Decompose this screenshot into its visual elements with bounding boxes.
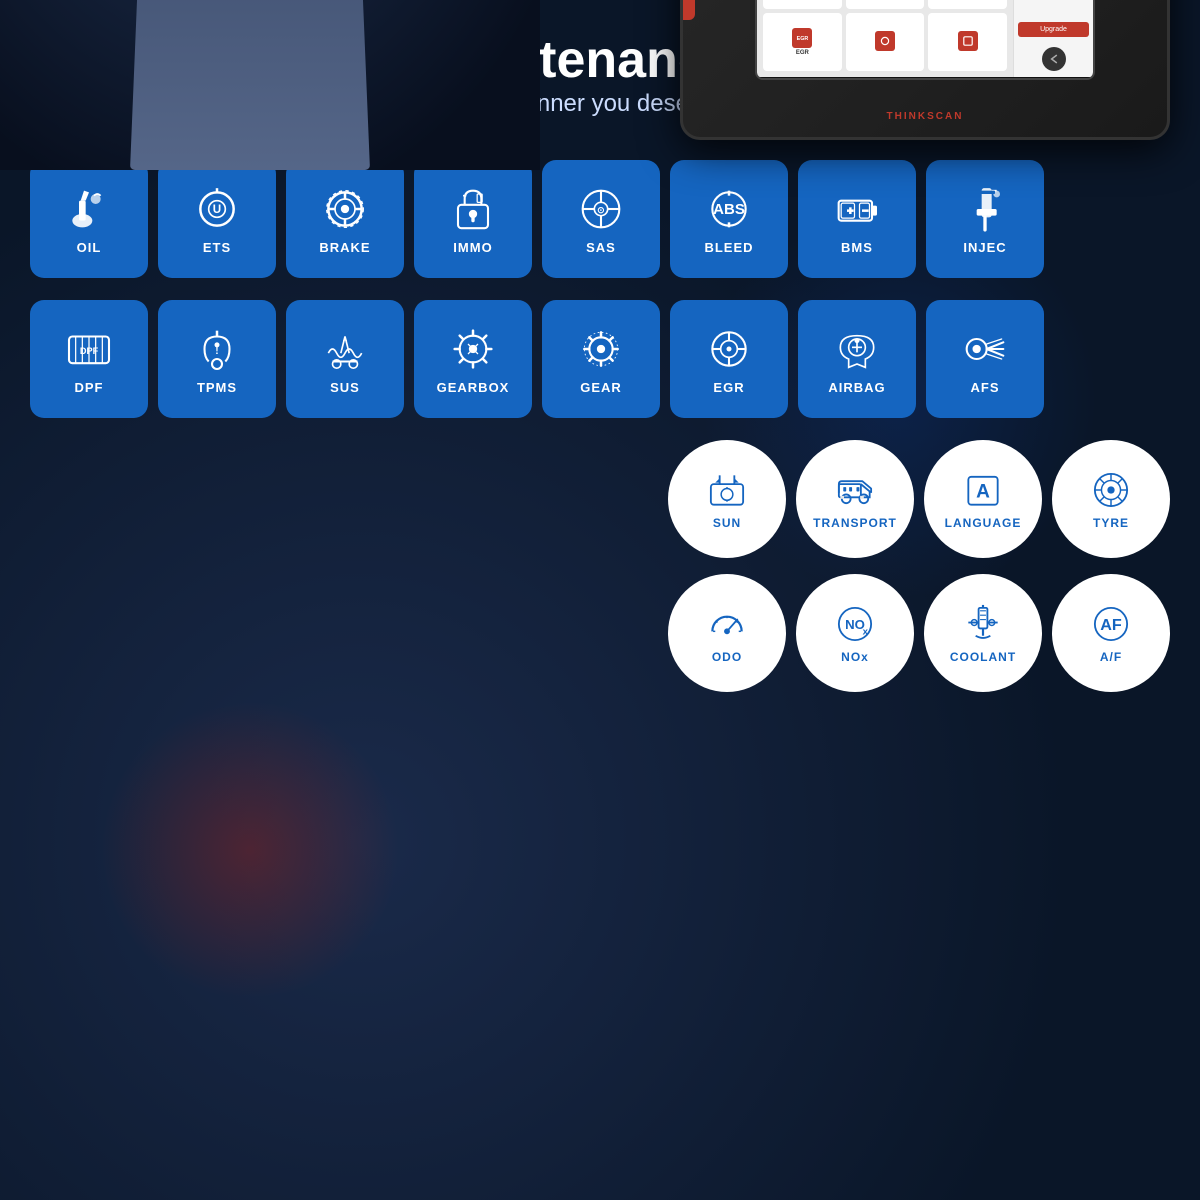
- device-brand: THINKSCAN: [887, 111, 964, 122]
- icon-immo[interactable]: IMMO: [414, 160, 532, 278]
- icon-af-label: A/F: [1100, 650, 1122, 664]
- svg-text:EGR: EGR: [797, 36, 808, 42]
- worker-image-area: [0, 0, 540, 170]
- svg-text:U: U: [213, 203, 221, 216]
- screen-sidebar: Maintenance & Service Upgrade: [1013, 0, 1093, 77]
- icon-language[interactable]: A LANGUAGE: [924, 440, 1042, 558]
- icons-row-3: SUN TRANSPORT A LANGU: [668, 440, 1170, 558]
- svg-text:ABS: ABS: [713, 201, 745, 218]
- screen-cell-egr-icon: EGR: [792, 28, 812, 48]
- icon-af[interactable]: AF A/F: [1052, 574, 1170, 692]
- icon-tpms-label: TPMS: [197, 380, 237, 395]
- icon-egr[interactable]: EGR: [670, 300, 788, 418]
- device-body: 01:55 AM 31% AF AIR/FUEL: [680, 0, 1170, 140]
- icon-dpf[interactable]: DPF DPF: [30, 300, 148, 418]
- icon-gearbox[interactable]: GEARBOX: [414, 300, 532, 418]
- icon-sas-label: SAS: [586, 240, 616, 255]
- icon-ets[interactable]: U ETS: [158, 160, 276, 278]
- screen-content: AF AIR/FUEL BLEED: [757, 0, 1093, 77]
- icon-injec-label: INJEC: [963, 240, 1006, 255]
- icon-transport[interactable]: TRANSPORT: [796, 440, 914, 558]
- icons-row-1: OIL U ETS BRAKE: [30, 160, 1044, 278]
- icon-tyre[interactable]: TYRE: [1052, 440, 1170, 558]
- icon-sas[interactable]: ⊙ SAS: [542, 160, 660, 278]
- icon-nox-label: NOx: [841, 650, 869, 664]
- icon-nox[interactable]: NO x NOx: [796, 574, 914, 692]
- icon-sus-label: SUS: [330, 380, 360, 395]
- icon-transport-label: TRANSPORT: [813, 516, 897, 530]
- svg-text:AF: AF: [1100, 616, 1122, 634]
- icon-dpf-label: DPF: [75, 380, 104, 395]
- icon-gear-label: GEAR: [580, 380, 622, 395]
- screen-cell-coolant[interactable]: COOLANT: [846, 0, 925, 9]
- icon-brake-label: BRAKE: [319, 240, 370, 255]
- icon-language-label: LANGUAGE: [945, 516, 1022, 530]
- icon-bleed[interactable]: ABS BLEED: [670, 160, 788, 278]
- icon-airbag[interactable]: AIRBAG: [798, 300, 916, 418]
- icon-egr-label: EGR: [713, 380, 744, 395]
- svg-text:DPF: DPF: [80, 346, 99, 356]
- icon-afs-label: AFS: [971, 380, 1000, 395]
- screen-main-grid: AF AIR/FUEL BLEED: [757, 0, 1013, 77]
- back-button[interactable]: [1042, 47, 1066, 71]
- svg-text:x: x: [863, 626, 869, 637]
- device-mockup: 01:55 AM 31% AF AIR/FUEL: [680, 0, 1170, 140]
- icon-tpms[interactable]: ! TPMS: [158, 300, 276, 418]
- icon-immo-label: IMMO: [453, 240, 492, 255]
- icon-tyre-label: TYRE: [1093, 516, 1129, 530]
- icon-coolant[interactable]: COOLANT: [924, 574, 1042, 692]
- icons-row-4: ODO NO x NOx: [668, 574, 1170, 692]
- screen-cell-dpf[interactable]: DPF: [928, 0, 1007, 9]
- icon-sun-label: SUN: [713, 516, 741, 530]
- icon-gear[interactable]: GEAR: [542, 300, 660, 418]
- icon-ets-label: ETS: [203, 240, 231, 255]
- icon-airbag-label: AIRBAG: [828, 380, 885, 395]
- icon-bms-label: BMS: [841, 240, 873, 255]
- device-screen: 01:55 AM 31% AF AIR/FUEL: [755, 0, 1095, 80]
- icon-oil[interactable]: OIL: [30, 160, 148, 278]
- icon-afs[interactable]: AFS: [926, 300, 1044, 418]
- icon-coolant-label: COOLANT: [950, 650, 1016, 664]
- icon-sun[interactable]: SUN: [668, 440, 786, 558]
- screen-cell-egr[interactable]: EGR EGR: [763, 13, 842, 71]
- icon-bleed-label: BLEED: [704, 240, 753, 255]
- svg-text:⊙: ⊙: [597, 205, 605, 215]
- icon-gearbox-label: GEARBOX: [437, 380, 510, 395]
- icon-sus[interactable]: SUS: [286, 300, 404, 418]
- screen-cell-extra2-icon: [958, 31, 978, 51]
- icon-odo[interactable]: ODO: [668, 574, 786, 692]
- screen-cell-brake[interactable]: BRAKE: [763, 0, 842, 9]
- screen-cell-egr-label: EGR: [796, 50, 809, 56]
- icon-bms[interactable]: BMS: [798, 160, 916, 278]
- screen-cell-extra2[interactable]: [928, 13, 1007, 71]
- screen-cell-extra1[interactable]: [846, 13, 925, 71]
- icon-oil-label: OIL: [77, 240, 102, 255]
- icon-brake[interactable]: BRAKE: [286, 160, 404, 278]
- icon-injec[interactable]: INJEC: [926, 160, 1044, 278]
- screen-cell-extra1-icon: [875, 31, 895, 51]
- svg-text:A: A: [976, 481, 990, 502]
- icons-row-2: DPF DPF ! TPMS SU: [30, 300, 1044, 418]
- upgrade-button[interactable]: Upgrade: [1018, 22, 1089, 37]
- icon-odo-label: ODO: [712, 650, 742, 664]
- device-red-bar: [683, 0, 695, 20]
